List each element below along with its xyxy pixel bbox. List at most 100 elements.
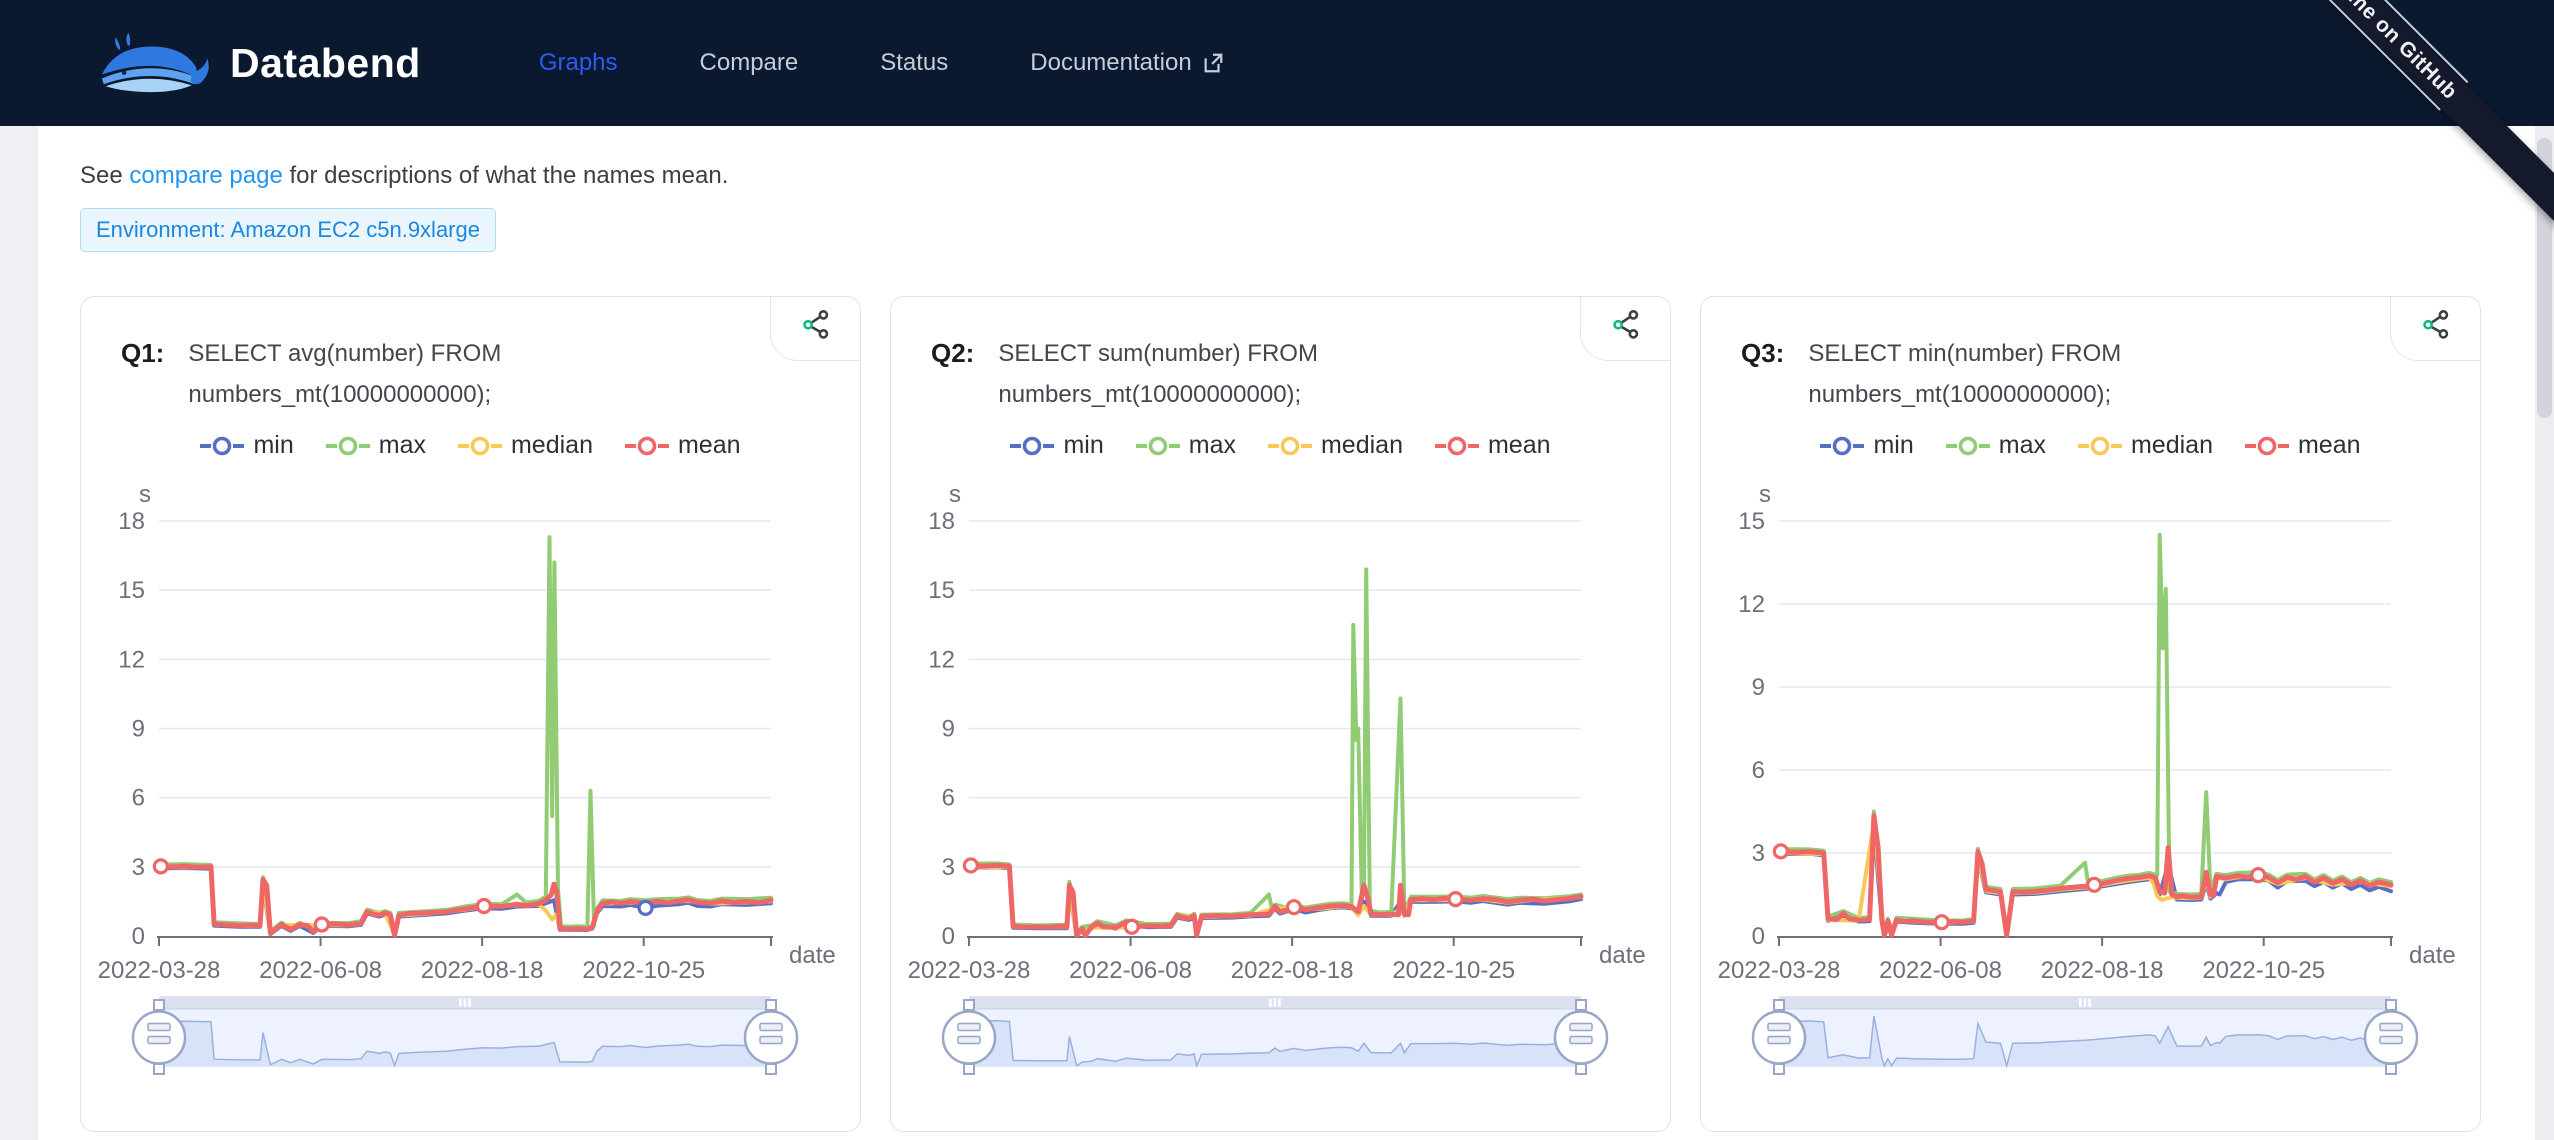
data-zoom-slider [133,996,797,1074]
chart-legend: min max median mean [81,431,860,460]
legend-marker-icon [1010,436,1054,456]
y-axis: 0 3 6 9 12 15s [1738,481,1771,950]
legend-label: mean [678,431,741,460]
share-icon [2420,308,2452,340]
legend-marker-icon [2245,436,2289,456]
svg-text:3: 3 [942,854,955,881]
svg-text:15: 15 [118,577,145,604]
x-axis-name: date [1599,942,1646,969]
legend-label: min [253,431,293,460]
legend-label: max [1189,431,1236,460]
legend-item-mean[interactable]: mean [1435,431,1551,460]
legend-label: median [2131,431,2213,460]
line-chart[interactable]: 0369121518s2022-03-282022-06-082022-08-1… [89,468,854,1083]
svg-text:2022-10-25: 2022-10-25 [1392,957,1515,984]
chart-legend: min max median mean [891,431,1670,460]
svg-text:2022-10-25: 2022-10-25 [2202,957,2325,984]
legend-label: max [1999,431,2046,460]
svg-text:2022-03-28: 2022-03-28 [1718,957,1841,984]
svg-text:2022-08-18: 2022-08-18 [2041,957,2164,984]
legend-item-max[interactable]: max [326,431,426,460]
y-axis-name: s [1759,481,1771,508]
legend-item-min[interactable]: min [1010,431,1103,460]
intro-text: See compare page for descriptions of wha… [80,162,2554,190]
line-chart[interactable]: 0369121518s2022-03-282022-06-082022-08-1… [899,468,1664,1083]
nav-item-graphs[interactable]: Graphs [539,49,618,77]
legend-marker-icon [1820,436,1864,456]
y-axis-name: s [949,481,961,508]
legend-marker-icon [1435,436,1479,456]
query-label: Q3: [1741,333,1784,415]
svg-text:9: 9 [132,716,145,743]
x-axis-name: date [789,942,836,969]
intro-prefix: See [80,162,129,189]
legend-item-max[interactable]: max [1136,431,1236,460]
legend-marker-icon [326,436,370,456]
share-icon [1610,308,1642,340]
nav-item-documentation[interactable]: Documentation [1030,49,1223,77]
series-max [159,537,771,934]
navbar: Databend Graphs Compare Status Documentatio… [0,0,2554,126]
x-axis: 2022-03-282022-06-082022-08-182022-10-25… [98,937,836,984]
svg-text:9: 9 [1752,674,1765,701]
y-axis-name: s [139,481,151,508]
nav-item-label: Documentation [1030,49,1191,77]
nav-item-label: Compare [700,49,799,77]
brand-name: Databend [230,40,421,87]
svg-text:2022-03-28: 2022-03-28 [908,957,1031,984]
legend-marker-icon [1268,436,1312,456]
brand[interactable]: Databend [98,33,421,93]
legend-label: mean [1488,431,1551,460]
x-axis-name: date [2409,942,2456,969]
svg-text:2022-03-28: 2022-03-28 [98,957,221,984]
legend-marker-icon [2078,436,2122,456]
legend-label: min [1063,431,1103,460]
query-text: SELECT sum(number) FROMnumbers_mt(100000… [998,333,1318,415]
main-content: See compare page for descriptions of wha… [0,162,2554,1132]
compare-page-link[interactable]: compare page [129,162,282,189]
svg-text:0: 0 [132,923,145,950]
svg-text:3: 3 [1752,840,1765,867]
share-icon [800,308,832,340]
x-axis: 2022-03-28 2022-06-08 2022-08-18 2022-10-25… [1718,937,2456,984]
series-mean [159,866,771,935]
share-button[interactable] [2390,297,2480,361]
svg-text:2022-06-08: 2022-06-08 [1879,957,2002,984]
svg-text:12: 12 [928,646,955,673]
markers-mean [964,859,1462,933]
legend-item-median[interactable]: median [2078,431,2213,460]
legend-item-min[interactable]: min [1820,431,1913,460]
legend-item-mean[interactable]: mean [625,431,741,460]
legend-item-median[interactable]: median [458,431,593,460]
legend-label: min [1873,431,1913,460]
svg-text:15: 15 [1738,508,1765,535]
series-mean [969,865,1581,935]
query-chart-card: Q2: SELECT sum(number) FROMnumbers_mt(10… [890,296,1671,1132]
gridlines [159,521,771,867]
legend-marker-icon [1946,436,1990,456]
gridlines [1779,521,2391,853]
charts-row: Q1: SELECT avg(number) FROMnumbers_mt(10… [80,296,2554,1132]
legend-item-max[interactable]: max [1946,431,2046,460]
x-axis: 2022-03-282022-06-082022-08-182022-10-25… [908,937,1646,984]
legend-item-min[interactable]: min [200,431,293,460]
legend-item-median[interactable]: median [1268,431,1403,460]
nav-links: Graphs Compare Status Documentation [539,49,1224,77]
share-button[interactable] [1580,297,1670,361]
svg-text:0: 0 [1752,923,1765,950]
query-chart-card: Q3: SELECT min(number) FROMnumbers_mt(10… [1700,296,2481,1132]
share-button[interactable] [770,297,860,361]
svg-text:2022-08-18: 2022-08-18 [421,957,544,984]
environment-badge: Environment: Amazon EC2 c5n.9xlarge [80,208,496,252]
svg-text:2022-06-08: 2022-06-08 [259,957,382,984]
nav-item-status[interactable]: Status [880,49,948,77]
line-chart[interactable]: 03691215s2022-03-282022-06-082022-08-182… [1709,468,2474,1083]
svg-text:3: 3 [132,854,145,881]
legend-item-mean[interactable]: mean [2245,431,2361,460]
svg-text:6: 6 [1752,757,1765,784]
data-zoom-slider [943,996,1607,1074]
svg-text:12: 12 [1738,591,1765,618]
nav-item-compare[interactable]: Compare [700,49,799,77]
svg-text:2022-08-18: 2022-08-18 [1231,957,1354,984]
markers-min [639,901,652,914]
